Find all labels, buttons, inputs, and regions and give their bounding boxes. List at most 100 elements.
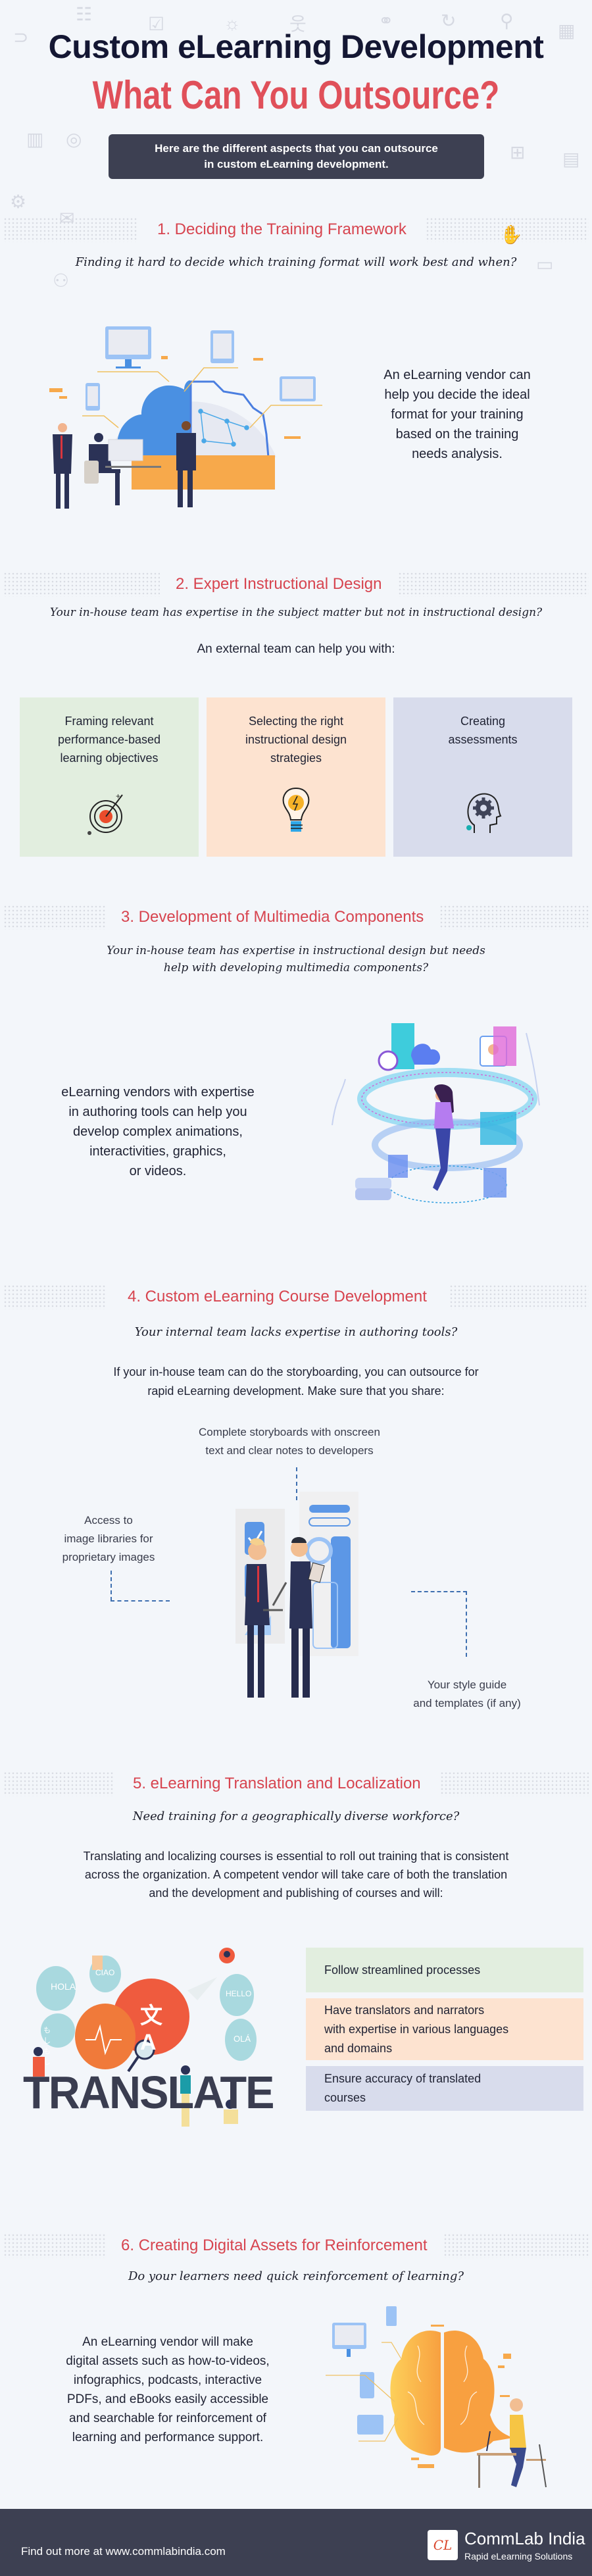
callout-line: Your style guide — [427, 1679, 507, 1691]
brand-tagline: Rapid eLearning Solutions — [464, 2551, 573, 2562]
decor-target-icon: ◎ — [66, 129, 82, 149]
section-question: Need training for a geographically diver… — [132, 1809, 460, 1823]
body-line: and searchable for reinforcement of — [69, 2412, 266, 2425]
dot-pattern — [3, 1284, 105, 1309]
body-line: digital assets such as how-to-videos, — [66, 2354, 270, 2368]
body-line: help you decide the ideal — [384, 388, 530, 402]
body-line: An eLearning vendor will make — [82, 2335, 253, 2349]
section-title: 1. Deciding the Training Framework — [157, 220, 407, 238]
footer-website-link[interactable]: Find out more at www.commlabindia.com — [21, 2545, 226, 2558]
body-line: rapid eLearning development. Make sure t… — [147, 1384, 445, 1398]
section-title: 2. Expert Instructional Design — [176, 575, 382, 593]
card-id-strategies: Selecting the right instructional design… — [207, 697, 385, 857]
course-development-illustration — [184, 1490, 408, 1714]
card-text: Selecting the right instructional design… — [224, 712, 368, 767]
card-line: learning objectives — [60, 751, 159, 765]
section-title: 6. Creating Digital Assets for Reinforce… — [121, 2236, 428, 2254]
decor-checklist-icon: ☷ — [76, 4, 93, 24]
page-subtitle: What Can You Outsource? — [92, 73, 500, 117]
page-title: Custom eLearning Development — [48, 28, 544, 65]
training-framework-illustration — [26, 316, 322, 526]
section-question: Your internal team lacks expertise in au… — [134, 1325, 458, 1339]
body-line: If your in-house team can do the storybo… — [113, 1365, 479, 1378]
dot-pattern — [439, 905, 589, 930]
body-line: interactivities, graphics, — [89, 1144, 226, 1159]
callout-storyboards: Complete storyboards with onscreen text … — [132, 1423, 447, 1460]
card-line: Selecting the right — [248, 715, 344, 728]
dot-pattern — [439, 1771, 589, 1796]
body-line: infographics, podcasts, interactive — [73, 2373, 262, 2387]
dot-pattern — [449, 1284, 589, 1309]
commlab-logo-icon: CL — [428, 2530, 458, 2560]
section-title: 4. Custom eLearning Course Development — [128, 1288, 427, 1305]
decor-clipboard-icon: ▤ — [562, 149, 580, 169]
callout-line: Access to — [84, 1514, 133, 1527]
dot-pattern — [3, 217, 138, 242]
bullet-line: Follow streamlined processes — [324, 1963, 481, 1977]
bullet-translators-narrators: Have translators and narrators with expe… — [306, 1998, 583, 2060]
callout-line: image libraries for — [64, 1532, 153, 1545]
section-5-header: 5. eLearning Translation and Localizatio… — [0, 1769, 592, 1798]
bullet-streamlined-processes: Follow streamlined processes — [306, 1948, 583, 1992]
card-line: Creating — [460, 715, 506, 728]
decor-chart-icon: ▥ — [26, 129, 44, 149]
callout-line: and templates (if any) — [413, 1697, 521, 1709]
callout-line: text and clear notes to developers — [205, 1444, 374, 1457]
dot-pattern — [3, 905, 105, 930]
section-4-header: 4. Custom eLearning Course Development — [0, 1282, 592, 1311]
dot-pattern — [443, 2233, 589, 2258]
body-line: PDFs, and eBooks easily accessible — [66, 2392, 269, 2406]
callout-connector — [411, 1591, 467, 1592]
section-6-body: An eLearning vendor will make digital as… — [36, 2333, 299, 2447]
body-line: An eLearning vendor can — [383, 368, 531, 382]
head-gear-icon — [460, 787, 506, 840]
translate-word: TRANSLATE — [23, 2067, 275, 2118]
callout-line: proprietary images — [62, 1551, 155, 1563]
body-line: across the organization. A competent ven… — [84, 1868, 508, 1881]
intro-banner: Here are the different aspects that you … — [109, 134, 484, 179]
bullet-line: with expertise in various languages — [324, 2022, 509, 2036]
intro-line-1: Here are the different aspects that you … — [155, 142, 438, 155]
body-line: develop complex animations, — [73, 1124, 243, 1139]
callout-connector — [466, 1591, 467, 1657]
section-3-body: eLearning vendors with expertise in auth… — [26, 1082, 289, 1181]
bubble-text: HOLA — [51, 1981, 76, 1992]
section-question: Your in-house team has expertise in the … — [49, 606, 543, 619]
card-line: strategies — [270, 751, 322, 765]
section-question: Finding it hard to decide which training… — [75, 255, 517, 269]
dot-pattern — [3, 1771, 114, 1796]
target-icon: + — [86, 787, 132, 840]
body-line: based on the training — [395, 427, 519, 442]
section-5-body: Translating and localizing courses is es… — [0, 1847, 592, 1902]
card-line: assessments — [448, 733, 518, 746]
bubble-text: OLÁ — [234, 2034, 251, 2044]
bullet-line: and domains — [324, 2041, 393, 2055]
dot-pattern — [425, 217, 589, 242]
svg-text:+: + — [116, 792, 120, 801]
callout-image-libraries: Access to image libraries for proprietar… — [26, 1511, 191, 1567]
section-3-header: 3. Development of Multimedia Components — [0, 903, 592, 932]
body-line: in authoring tools can help you — [68, 1105, 247, 1119]
card-learning-objectives: Framing relevant performance-based learn… — [20, 697, 199, 857]
callout-connector — [111, 1571, 112, 1601]
body-line: or videos. — [129, 1164, 187, 1178]
section-question: Do your learners need quick reinforcemen… — [128, 2269, 464, 2283]
callout-line: Complete storyboards with onscreen — [199, 1426, 380, 1438]
body-line: and the development and publishing of co… — [149, 1886, 443, 1900]
section-1-body: An eLearning vendor can help you decide … — [358, 365, 556, 464]
question-line: help with developing multimedia componen… — [163, 961, 429, 974]
dot-pattern — [3, 572, 160, 597]
body-line: Translating and localizing courses is es… — [83, 1850, 509, 1863]
dot-pattern — [3, 2233, 105, 2258]
card-assessments: Creating assessments — [393, 697, 572, 857]
section-2-lead: An external team can help you with: — [197, 642, 395, 656]
card-text: Framing relevant performance-based learn… — [37, 712, 182, 767]
callout-connector — [111, 1600, 170, 1602]
body-line: format for your training — [391, 407, 524, 422]
bullet-line: courses — [324, 2091, 366, 2104]
section-2-header: 2. Expert Instructional Design — [0, 570, 592, 599]
body-line: learning and performance support. — [72, 2431, 264, 2444]
bullet-line: Ensure accuracy of translated — [324, 2072, 481, 2085]
multimedia-illustration — [316, 1020, 553, 1217]
bubble-text: CIAO — [95, 1968, 115, 1977]
